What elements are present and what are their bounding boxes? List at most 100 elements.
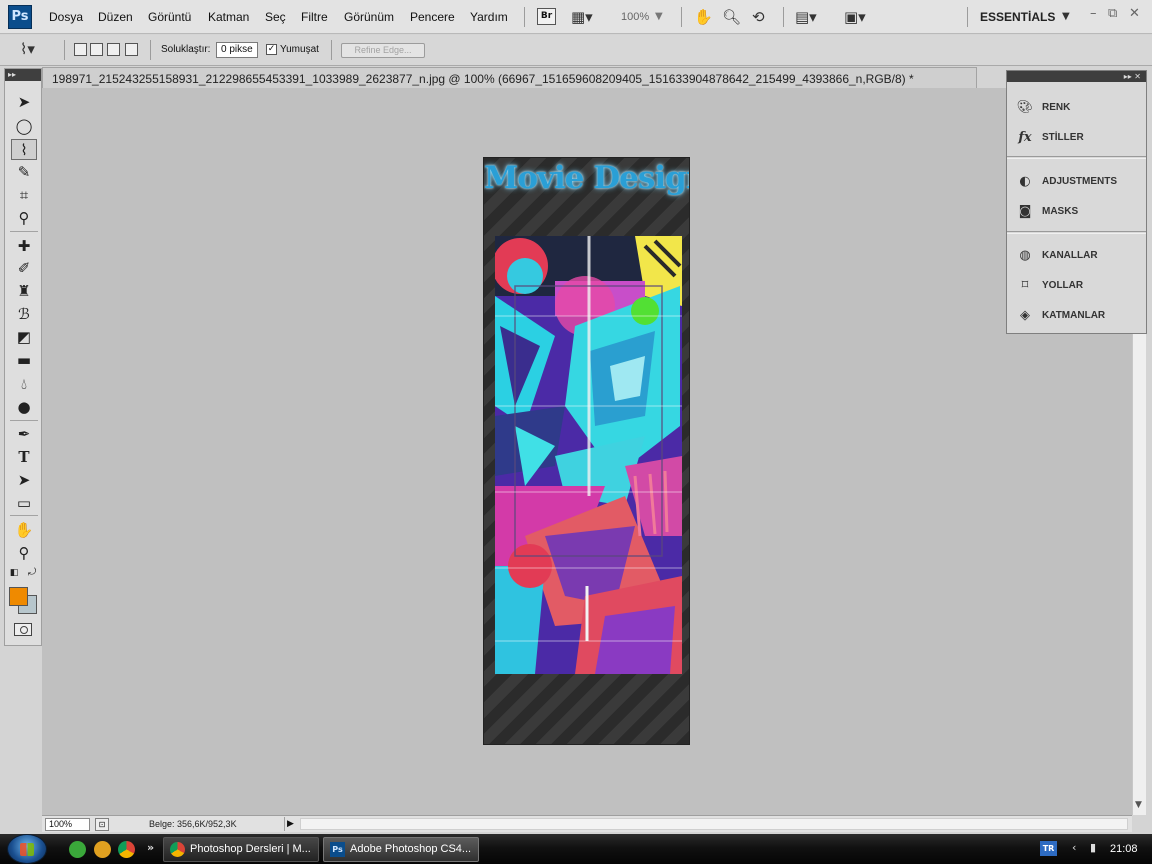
channels-icon: ◍ [1019,248,1031,263]
blur-tool-icon[interactable]: 💧︎ [11,374,37,395]
zoom-magnifier-icon[interactable]: 🔍︎ [722,7,741,27]
utorrent-icon[interactable] [69,841,86,858]
windows-taskbar: » Photoshop Dersleri | M... Ps Adobe Pho… [0,834,1152,864]
document-title: 198971_215243255158931_212298655453391_1… [52,72,914,86]
lasso-tool-preset-icon[interactable]: ⌇▾ [20,39,35,59]
status-menu-arrow-icon[interactable]: ▶ [284,817,296,831]
language-indicator[interactable]: TR [1040,841,1057,856]
intersect-selection-icon[interactable] [125,43,138,56]
status-info-icon[interactable]: ⊡ [95,818,109,831]
polygonal-lasso-icon[interactable]: ⌇ [11,139,37,160]
brush-tool-icon[interactable]: ✐ [11,258,37,279]
path-selection-icon[interactable]: ➤ [11,470,37,491]
dock-expand-icon[interactable]: ▸▸ ✕ [1007,71,1146,82]
panel-kanallar[interactable]: ◍ KANALLAR [1015,245,1141,267]
bridge-button[interactable]: Br [537,8,556,25]
layers-icon: ◈ [1020,308,1030,323]
panel-stiller-label: STİLLER [1042,132,1084,143]
rotate-view-icon[interactable]: ⟲ [752,7,765,27]
swap-colors-icon[interactable]: ⤾ [25,566,39,580]
gradient-tool-icon[interactable]: ▬ [11,350,37,371]
foreground-color-swatch[interactable] [9,587,28,606]
dodge-tool-icon[interactable]: ● [11,397,37,418]
move-tool-icon[interactable]: ➤ [11,92,37,113]
app-launcher-icon[interactable] [94,841,111,858]
panel-katmanlar[interactable]: ◈ KATMANLAR [1015,305,1141,327]
zoom-field[interactable]: 100% [45,818,90,831]
options-separator [331,40,332,60]
panel-masks-label: MASKS [1042,206,1079,217]
minimize-icon[interactable]: – [1090,6,1097,21]
zoom-tool-icon[interactable]: ⚲ [11,543,37,564]
document-tab[interactable]: 198971_215243255158931_212298655453391_1… [42,67,977,88]
menu-bar: Ps Dosya Düzen Görüntü Katman Seç Filtre… [0,0,1152,34]
taskbar-task-photoshop[interactable]: Ps Adobe Photoshop CS4... [323,837,479,862]
refine-edge-button[interactable]: Refine Edge... [341,43,425,58]
add-to-selection-icon[interactable] [90,43,103,56]
menu-duzen[interactable]: Düzen [98,10,133,24]
quick-mask-icon[interactable] [14,623,32,636]
chevron-down-icon[interactable]: ▼ [1062,7,1070,27]
start-button[interactable] [7,834,47,864]
restore-icon[interactable]: ⧉ [1108,6,1117,21]
default-colors-icon[interactable]: ◧ [7,566,21,580]
chevron-down-icon[interactable]: ▼ [655,7,663,27]
menu-gorunum[interactable]: Görünüm [344,10,394,24]
feather-input[interactable]: 0 pikse [216,42,258,58]
menu-pencere[interactable]: Pencere [410,10,455,24]
healing-brush-icon[interactable]: ✚ [11,236,37,257]
graffiti-artwork [495,236,682,674]
status-bar: 100% ⊡ Belge: 356,6K/952,3K ▶ [42,815,1132,832]
panel-dock: ▸▸ ✕ 🎨︎ RENK fx STİLLER ◐ ADJUSTMENTS ◙ … [1006,70,1147,334]
palette-icon: 🎨︎ [1016,100,1034,115]
eraser-icon[interactable]: ◩ [11,327,37,348]
menu-yardim[interactable]: Yardım [470,10,508,24]
elliptical-marquee-icon[interactable]: ◯ [11,116,37,137]
clone-stamp-icon[interactable]: ♜ [11,281,37,302]
type-tool-icon[interactable]: T [11,447,37,468]
quick-launch-more-icon[interactable]: » [147,841,154,854]
options-separator [150,40,151,60]
panel-renk[interactable]: 🎨︎ RENK [1015,97,1141,119]
tray-network-icon[interactable]: ▮ [1090,841,1096,854]
workspace-switcher[interactable]: ESSENTİALS [980,10,1055,24]
tray-expand-icon[interactable]: ‹ [1072,841,1076,854]
history-brush-icon[interactable]: ℬ [11,304,37,325]
pen-tool-icon[interactable]: ✒ [11,424,37,445]
rectangle-shape-icon[interactable]: ▭ [11,493,37,514]
close-icon[interactable]: ✕ [1129,6,1140,21]
screen-mode-icon[interactable]: ▣▾ [844,7,866,27]
hand-tool-icon[interactable]: ✋ [11,520,37,541]
crop-tool-icon[interactable]: ⌗ [11,185,37,206]
zoom-level-dropdown[interactable]: 100% [621,11,649,23]
chrome-icon [170,842,185,857]
menu-goruntu[interactable]: Görüntü [148,10,191,24]
tools-panel: ▸▸ ➤ ◯ ⌇ ✎ ⌗ ⚲ ✚ ✐ ♜ ℬ ◩ ▬ 💧︎ ● ✒ T ➤ ▭ … [4,68,42,646]
hand-icon[interactable]: ✋ [694,7,713,27]
menu-katman[interactable]: Katman [208,10,249,24]
taskbar-clock[interactable]: 21:08 [1110,843,1138,855]
menu-sec[interactable]: Seç [265,10,286,24]
new-selection-icon[interactable] [74,43,87,56]
panel-masks[interactable]: ◙ MASKS [1015,201,1141,223]
quick-selection-icon[interactable]: ✎ [11,162,37,183]
panel-stiller[interactable]: fx STİLLER [1015,127,1141,149]
menu-dosya[interactable]: Dosya [49,10,83,24]
scroll-down-icon[interactable]: ▼ [1135,800,1142,810]
horizontal-scrollbar[interactable] [300,818,1128,830]
taskbar-task-chrome[interactable]: Photoshop Dersleri | M... [163,837,319,862]
film-strip-icon[interactable]: ▦▾ [571,7,593,27]
panel-yollar[interactable]: ⌑ YOLLAR [1015,275,1141,297]
chrome-icon[interactable] [118,841,135,858]
toolbar-collapse-icon[interactable]: ▸▸ [5,69,41,81]
subtract-selection-icon[interactable] [107,43,120,56]
menu-filtre[interactable]: Filtre [301,10,328,24]
photoshop-icon: Ps [330,842,345,857]
antialias-checkbox[interactable]: ✓ [266,44,277,55]
canvas-image[interactable]: Movie Design [483,157,690,745]
arrange-documents-icon[interactable]: ▤▾ [795,7,817,27]
panel-renk-label: RENK [1042,102,1071,113]
panel-adjustments[interactable]: ◐ ADJUSTMENTS [1015,171,1141,193]
eyedropper-icon[interactable]: ⚲ [11,208,37,229]
options-bar: ⌇▾ Soluklaştır: 0 pikse ✓ Yumuşat Refine… [0,35,1152,66]
